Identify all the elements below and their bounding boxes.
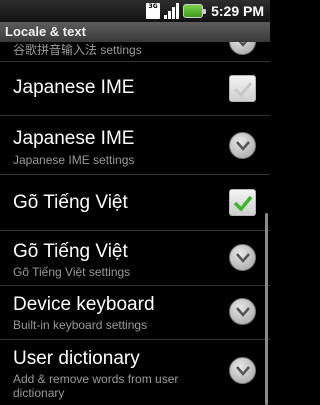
- 3g-icon: 3G: [146, 3, 161, 19]
- open-settings-arrow-icon[interactable]: [229, 357, 256, 384]
- item-summary-line-2: dictionary: [13, 386, 65, 400]
- list-item-pinyin-settings[interactable]: 谷歌拼音输入法 settings: [0, 42, 270, 62]
- list-item-user-dictionary[interactable]: User dictionary Add & remove words from …: [0, 340, 270, 405]
- open-settings-arrow-icon[interactable]: [229, 42, 256, 55]
- list-item-go-tieng-viet-enable[interactable]: Gõ Tiếng Việt: [0, 175, 270, 231]
- network-type-label: 3G: [148, 3, 158, 10]
- go-tieng-viet-checkbox[interactable]: [229, 189, 256, 216]
- status-bar: 3G 5:29 PM: [0, 0, 270, 22]
- item-summary-line-1: Add & remove words from user: [13, 372, 179, 386]
- list-item-go-tieng-viet-settings[interactable]: Gõ Tiếng Việt Gõ Tiếng Việt settings: [0, 231, 270, 286]
- status-time: 5:29 PM: [211, 3, 264, 19]
- item-summary: 谷歌拼音输入法 settings: [13, 43, 142, 57]
- open-settings-arrow-icon[interactable]: [229, 244, 256, 271]
- list-scrollbar[interactable]: [265, 213, 268, 405]
- signal-icon: [164, 3, 180, 19]
- battery-icon: [183, 4, 207, 18]
- item-summary: Gõ Tiếng Việt settings: [13, 265, 131, 279]
- open-settings-arrow-icon[interactable]: [229, 298, 256, 325]
- item-title: Gõ Tiếng Việt: [13, 241, 128, 262]
- item-title: User dictionary: [13, 348, 140, 369]
- item-summary: Built-in keyboard settings: [13, 318, 148, 332]
- item-summary: Japanese IME settings: [13, 153, 135, 167]
- item-title: Japanese IME: [13, 128, 135, 149]
- screen-title: Locale & text: [0, 22, 270, 42]
- japanese-ime-checkbox[interactable]: [229, 75, 256, 102]
- open-settings-arrow-icon[interactable]: [229, 132, 256, 159]
- list-item-device-keyboard[interactable]: Device keyboard Built-in keyboard settin…: [0, 286, 270, 340]
- list-item-japanese-ime-enable[interactable]: Japanese IME: [0, 62, 270, 116]
- item-title: Gõ Tiếng Việt: [13, 192, 128, 213]
- preference-list[interactable]: 谷歌拼音输入法 settings Japanese IME Japanese I…: [0, 42, 270, 405]
- list-item-japanese-ime-settings[interactable]: Japanese IME Japanese IME settings: [0, 116, 270, 175]
- item-title: Japanese IME: [13, 77, 135, 98]
- item-title: Device keyboard: [13, 294, 155, 315]
